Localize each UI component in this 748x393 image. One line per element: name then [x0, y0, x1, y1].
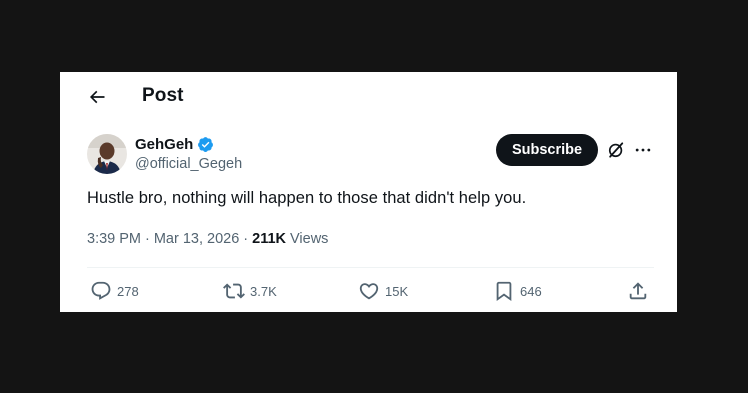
views-label: Views [290, 231, 329, 247]
post-date[interactable]: Mar 13, 2026 [154, 231, 239, 247]
author-info: GehGeh @official_Gegeh [135, 135, 242, 172]
more-horizontal-icon[interactable] [633, 140, 653, 160]
page-title: Post [142, 85, 184, 106]
avatar[interactable] [87, 134, 127, 174]
display-name[interactable]: GehGeh [135, 136, 193, 153]
avatar-image [87, 134, 127, 174]
repost-icon [223, 283, 245, 299]
author-row: GehGeh @official_Gegeh Subscribe [87, 134, 657, 176]
bookmark-icon [496, 281, 512, 302]
share-icon [629, 282, 647, 300]
grok-icon[interactable] [606, 140, 626, 160]
subscribe-button[interactable]: Subscribe [496, 134, 598, 166]
back-button[interactable] [84, 84, 110, 110]
author-handle[interactable]: @official_Gegeh [135, 156, 242, 172]
like-button[interactable]: 15K [358, 280, 408, 302]
meta-separator: · [243, 231, 249, 247]
arrow-left-icon [89, 90, 105, 104]
bookmark-count: 646 [520, 283, 542, 299]
reply-count: 278 [117, 283, 139, 299]
verified-badge-icon[interactable] [197, 136, 214, 153]
post-text: Hustle bro, nothing will happen to those… [87, 189, 527, 207]
post-time[interactable]: 3:39 PM [87, 231, 141, 247]
repost-button[interactable]: 3.7K [223, 280, 277, 302]
post-card: Post GehGeh @official_Gegeh Subscribe Hu… [60, 72, 677, 312]
bookmark-button[interactable]: 646 [493, 280, 542, 302]
like-count: 15K [385, 283, 409, 299]
post-meta: 3:39 PM · Mar 13, 2026 · 211K Views [87, 231, 328, 247]
post-header: Post [60, 72, 677, 124]
divider [87, 267, 654, 268]
heart-icon [359, 283, 379, 300]
reply-icon [91, 281, 111, 300]
reply-button[interactable]: 278 [90, 280, 139, 302]
action-bar: 278 3.7K 15K 646 [90, 280, 650, 304]
repost-count: 3.7K [250, 283, 277, 299]
meta-separator: · [145, 231, 150, 247]
share-button[interactable] [627, 280, 649, 302]
views-count[interactable]: 211K [252, 231, 286, 247]
